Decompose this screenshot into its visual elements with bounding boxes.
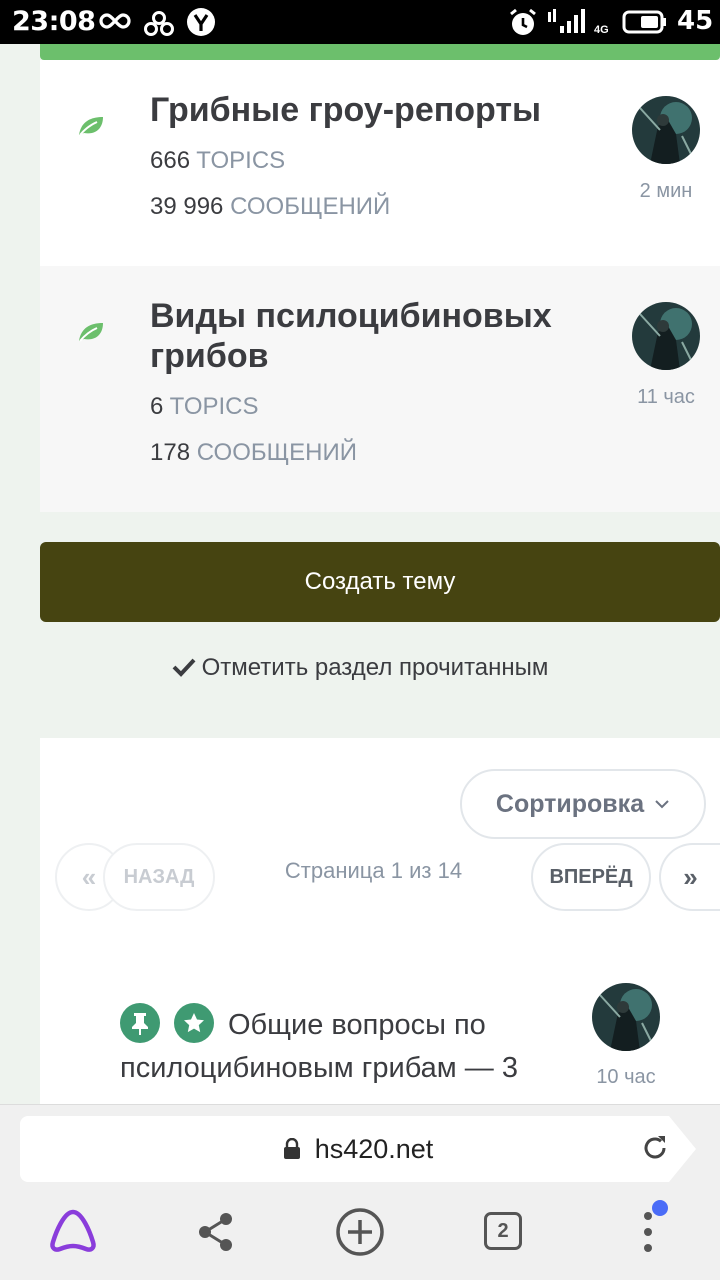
- posts-unit: СООБЩЕНИЙ: [230, 193, 391, 220]
- lock-icon: [283, 1138, 300, 1159]
- forum-posts-stat: 39 996 СООБЩЕНИЙ: [150, 193, 390, 221]
- last-page-button[interactable]: »: [659, 843, 720, 911]
- chevron-down-icon: [655, 800, 669, 809]
- battery-level: 45: [677, 6, 714, 36]
- topics-count: 666: [150, 147, 191, 174]
- signal-icon: [548, 9, 585, 33]
- posts-count: 178: [150, 439, 191, 466]
- next-page-button[interactable]: ВПЕРЁД: [531, 843, 651, 911]
- battery-icon: [622, 10, 666, 34]
- last-post-time: 10 час: [596, 1066, 656, 1088]
- forum-title[interactable]: Виды псилоцибиновых грибов: [150, 296, 580, 376]
- forum-title[interactable]: Грибные гроу-репорты: [150, 90, 580, 130]
- leaf-icon: [79, 117, 103, 136]
- last-post-time: 11 час: [637, 386, 695, 408]
- next-page-label: ВПЕРЁД: [549, 865, 633, 888]
- last-post-time: 2 мин: [639, 180, 693, 202]
- new-tab-icon[interactable]: [334, 1206, 386, 1258]
- mark-read-label: Отметить раздел прочитанным: [201, 654, 549, 681]
- avatar[interactable]: [632, 302, 700, 370]
- status-bar: 23:08 4G 45: [0, 0, 720, 44]
- infinity-icon: [99, 13, 131, 29]
- mark-read-link[interactable]: Отметить раздел прочитанным: [0, 654, 720, 682]
- more-menu-icon[interactable]: [640, 1210, 656, 1254]
- fan-icon: [144, 11, 174, 36]
- sort-button[interactable]: Сортировка: [460, 769, 706, 839]
- forum-row[interactable]: Виды псилоцибиновых грибов 6 TOPICS 178 …: [40, 266, 720, 512]
- notification-dot: [652, 1200, 668, 1216]
- posts-count: 39 996: [150, 193, 224, 220]
- tabs-counter-button[interactable]: 2: [484, 1212, 522, 1250]
- checkmark-icon: [172, 658, 196, 677]
- share-icon[interactable]: [197, 1212, 235, 1252]
- alice-assistant-icon[interactable]: [48, 1208, 98, 1254]
- alarm-icon: [510, 8, 536, 35]
- network-type: 4G: [594, 24, 609, 36]
- reload-icon[interactable]: [640, 1133, 670, 1163]
- posts-unit: СООБЩЕНИЙ: [196, 439, 357, 466]
- status-time: 23:08: [12, 6, 96, 37]
- forum-row[interactable]: Грибные гроу-репорты 666 TOPICS 39 996 С…: [40, 60, 720, 266]
- url-text: hs420.net: [314, 1133, 434, 1164]
- address-bar[interactable]: hs420.net: [20, 1116, 696, 1182]
- topics-count: 6: [150, 393, 164, 420]
- topics-unit: TOPICS: [196, 147, 286, 174]
- category-header-bar: [40, 44, 720, 60]
- topic-title[interactable]: Общие вопросы по псилоцибиновым грибам —…: [120, 1004, 590, 1090]
- double-chevron-right-icon: »: [683, 861, 698, 892]
- sort-label: Сортировка: [495, 789, 645, 818]
- forum-posts-stat: 178 СООБЩЕНИЙ: [150, 439, 357, 467]
- forum-topics-stat: 666 TOPICS: [150, 147, 285, 175]
- create-topic-button[interactable]: Создать тему: [40, 542, 720, 622]
- topics-unit: TOPICS: [169, 393, 259, 420]
- forum-topics-stat: 6 TOPICS: [150, 393, 259, 421]
- leaf-icon: [79, 323, 103, 342]
- avatar[interactable]: [592, 983, 660, 1051]
- yandex-browser-icon: [187, 8, 215, 36]
- avatar[interactable]: [632, 96, 700, 164]
